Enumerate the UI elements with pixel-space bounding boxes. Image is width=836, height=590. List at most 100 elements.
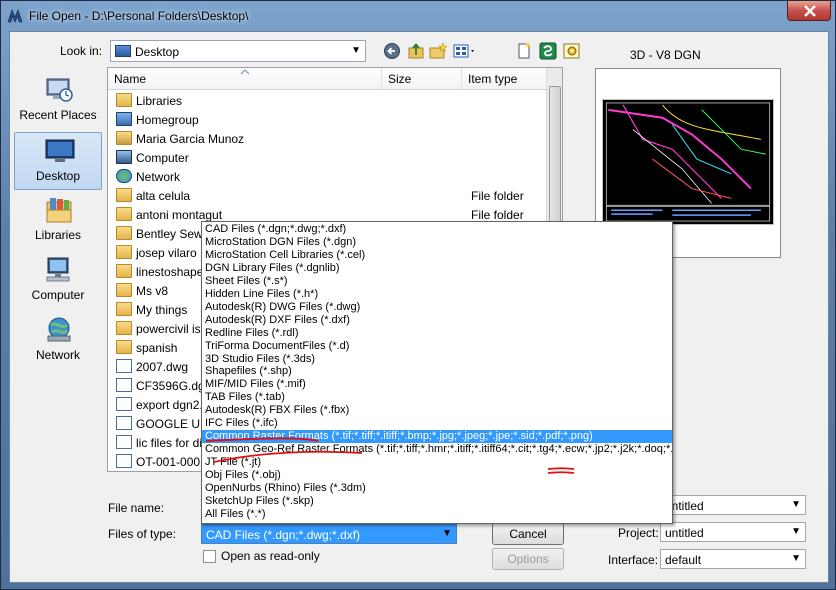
file-list-row[interactable]: Network xyxy=(108,167,548,186)
file-list-row[interactable]: Maria Garcia Munoz xyxy=(108,129,548,148)
file-name: Libraries xyxy=(136,94,183,108)
filetype-option[interactable]: Autodesk(R) FBX Files (*.fbx) xyxy=(202,404,672,417)
folder-icon xyxy=(116,245,132,259)
desktop-icon xyxy=(45,139,75,162)
column-header-size[interactable]: Size xyxy=(382,68,462,90)
filetype-option[interactable]: Common Raster Formats (*.tif;*.tiff;*.it… xyxy=(202,430,672,444)
filetype-option[interactable]: Sheet Files (*.s*) xyxy=(202,275,672,288)
filetype-option[interactable]: Obj Files (*.obj) xyxy=(202,469,672,482)
filetype-option[interactable]: Common Geo-Ref Raster Formats (*.tif;*.t… xyxy=(202,443,672,456)
filetype-option[interactable]: 3D Studio Files (*.3ds) xyxy=(202,353,672,366)
window-title: File Open - D:\Personal Folders\Desktop\ xyxy=(29,9,249,23)
file-icon xyxy=(116,454,132,468)
computer-icon xyxy=(116,150,132,164)
filetype-option[interactable]: TriForma DocumentFiles (*.d) xyxy=(202,340,672,353)
settings-gear-icon xyxy=(563,43,580,59)
file-open-dialog: File Open - D:\Personal Folders\Desktop\… xyxy=(0,0,836,590)
desktop-small-icon xyxy=(115,45,131,57)
title-bar[interactable]: File Open - D:\Personal Folders\Desktop\ xyxy=(1,1,836,31)
place-desktop[interactable]: Desktop xyxy=(14,132,102,190)
view-menu-button[interactable] xyxy=(452,42,478,60)
file-icon xyxy=(116,416,132,430)
place-label: Desktop xyxy=(35,169,81,183)
microstation-app-icon xyxy=(7,9,23,23)
libraries-icon xyxy=(46,198,72,223)
chevron-down-icon: ▼ xyxy=(791,553,801,564)
computer-icon xyxy=(46,257,70,282)
filetype-option[interactable]: DGN Library Files (*.dgnlib) xyxy=(202,262,672,275)
filetype-option[interactable]: Hidden Line Files (*.h*) xyxy=(202,288,672,301)
filetype-option[interactable]: CAD Files (*.dgn;*.dwg;*.dxf) xyxy=(202,223,672,236)
filetype-option[interactable]: Redline Files (*.rdl) xyxy=(202,327,672,340)
file-icon xyxy=(116,397,132,411)
new-file-icon xyxy=(518,42,531,59)
up-folder-button[interactable] xyxy=(406,42,426,60)
folder-icon xyxy=(116,283,132,297)
place-network[interactable]: Network xyxy=(14,312,102,370)
filetype-option[interactable]: All Files (*.*) xyxy=(202,508,672,521)
file-name: alta celula xyxy=(136,189,191,203)
filetype-option[interactable]: TAB Files (*.tab) xyxy=(202,391,672,404)
preview-label: 3D - V8 DGN xyxy=(630,48,701,62)
filename-label: File name: xyxy=(108,501,165,515)
folder-icon xyxy=(116,207,132,221)
file-icon xyxy=(116,378,132,392)
lookin-combo[interactable]: Desktop ▼ xyxy=(110,40,366,62)
file-item-type: File folder xyxy=(471,189,524,203)
folder-icon xyxy=(116,264,132,278)
filetype-option[interactable]: JT File (*.jt) xyxy=(202,456,672,469)
close-button[interactable] xyxy=(787,1,831,21)
filetype-dropdown-list[interactable]: CAD Files (*.dgn;*.dwg;*.dxf) MicroStatio… xyxy=(201,221,673,524)
place-computer[interactable]: Computer xyxy=(14,252,102,310)
filetype-option[interactable]: Autodesk(R) DXF Files (*.dxf) xyxy=(202,314,672,327)
options-button[interactable]: Options xyxy=(492,548,564,570)
cancel-button[interactable]: Cancel xyxy=(492,523,564,545)
filetype-label: Files of type: xyxy=(108,527,177,541)
project-value: untitled xyxy=(665,526,704,540)
filetype-option[interactable]: OpenNurbs (Rhino) Files (*.3dm) xyxy=(202,482,672,495)
folder-icon xyxy=(116,188,132,202)
filetype-option[interactable]: MIF/MID Files (*.mif) xyxy=(202,378,672,391)
file-name: lic files for dif xyxy=(136,436,206,450)
interface-combo[interactable]: default ▼ xyxy=(660,549,806,569)
new-file-button[interactable] xyxy=(514,42,534,60)
filename-right-combo[interactable]: untitled ▼ xyxy=(660,495,806,515)
filetype-option[interactable]: MicroStation Cell Libraries (*.cel) xyxy=(202,249,672,262)
column-header-item-type[interactable]: Item type xyxy=(462,68,548,90)
file-name: My things xyxy=(136,303,188,317)
checkbox-box[interactable] xyxy=(203,550,216,563)
file-list-row[interactable]: Libraries xyxy=(108,91,548,110)
filetype-option[interactable]: Shapefiles (*.shp) xyxy=(202,365,672,378)
file-name: powercivil iss xyxy=(136,322,207,336)
file-list-row[interactable]: Computer xyxy=(108,148,548,167)
sort-ascending-icon xyxy=(240,69,250,75)
file-name: export dgn2.c xyxy=(136,398,209,412)
file-icon xyxy=(116,435,132,449)
settings-button[interactable] xyxy=(562,42,582,60)
place-libraries[interactable]: Libraries xyxy=(14,192,102,250)
folder-icon xyxy=(116,340,132,354)
file-name: josep vilaro xyxy=(136,246,197,260)
workspace-button[interactable] xyxy=(538,42,558,60)
place-label: Libraries xyxy=(34,228,82,242)
new-folder-button[interactable] xyxy=(428,42,448,60)
libraries-icon xyxy=(116,93,132,107)
project-combo[interactable]: untitled ▼ xyxy=(660,522,806,542)
filetype-option[interactable]: MicroStation DGN Files (*.dgn) xyxy=(202,236,672,249)
filetype-option[interactable]: Autodesk(R) DWG Files (*.dwg) xyxy=(202,301,672,314)
folder-icon xyxy=(116,226,132,240)
file-list-header: Name Size Item type xyxy=(108,68,548,90)
file-list-row[interactable]: alta celula File folder xyxy=(108,186,548,205)
lookin-value: Desktop xyxy=(135,45,180,59)
places-bar: Recent Places Desktop Libraries Computer… xyxy=(12,72,104,452)
user-folder-icon xyxy=(116,131,132,145)
view-grid-icon xyxy=(453,44,474,58)
filetype-option[interactable]: SketchUp Files (*.skp) xyxy=(202,495,672,508)
place-label: Network xyxy=(35,348,80,362)
filetype-option[interactable]: IFC Files (*.ifc) xyxy=(202,417,672,430)
place-recent-places[interactable]: Recent Places xyxy=(14,72,102,130)
back-button[interactable] xyxy=(382,42,402,60)
file-list-row[interactable]: Homegroup xyxy=(108,110,548,129)
filetype-combo[interactable]: CAD Files (*.dgn;*.dwg;*.dxf) ▼ xyxy=(201,524,457,544)
scrollbar-thumb[interactable] xyxy=(549,86,561,226)
